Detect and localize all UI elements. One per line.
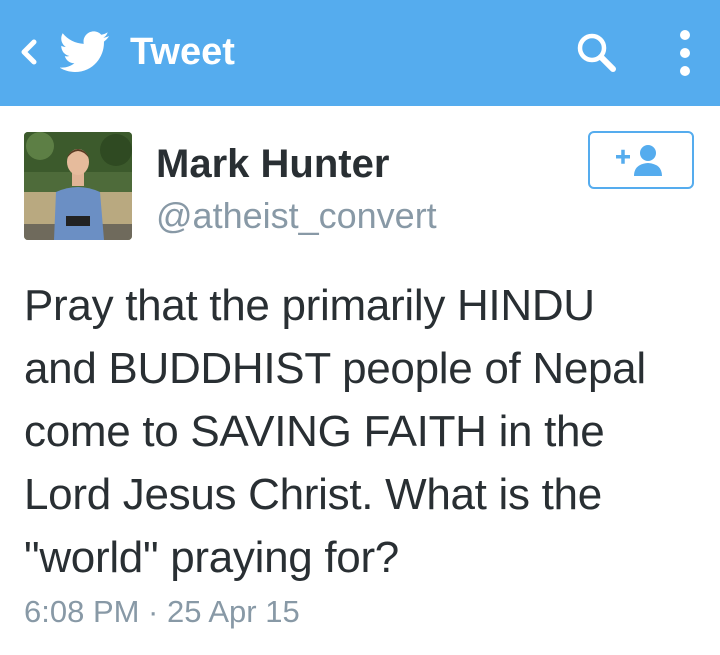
tweet-text: Pray that the primarily HINDU and BUDDHI… — [24, 274, 704, 589]
tweet-timestamp: 6:08 PM · 25 Apr 15 — [24, 594, 300, 629]
overflow-menu-icon[interactable] — [674, 28, 696, 78]
tweet-line: "world" praying for? — [24, 533, 399, 582]
twitter-bird-icon — [60, 31, 110, 72]
tweet-line: and BUDDHIST people of Nepal — [24, 344, 646, 393]
app-bar: Tweet — [0, 0, 720, 106]
tweet-line: Lord Jesus Christ. What is the — [24, 470, 602, 519]
tweet-line: come to SAVING FAITH in the — [24, 407, 605, 456]
tweet-line: Pray that the primarily HINDU — [24, 281, 595, 330]
author-display-name[interactable]: Mark Hunter — [156, 140, 389, 188]
add-user-icon — [616, 145, 662, 176]
search-icon[interactable] — [574, 30, 620, 76]
page-title: Tweet — [130, 31, 235, 73]
author-handle[interactable]: @atheist_convert — [156, 194, 437, 238]
chevron-left-icon[interactable] — [12, 34, 48, 70]
tweet-detail: Mark Hunter @atheist_convert Pray that t… — [0, 106, 720, 655]
follow-button[interactable] — [588, 131, 694, 189]
avatar[interactable] — [24, 132, 132, 240]
